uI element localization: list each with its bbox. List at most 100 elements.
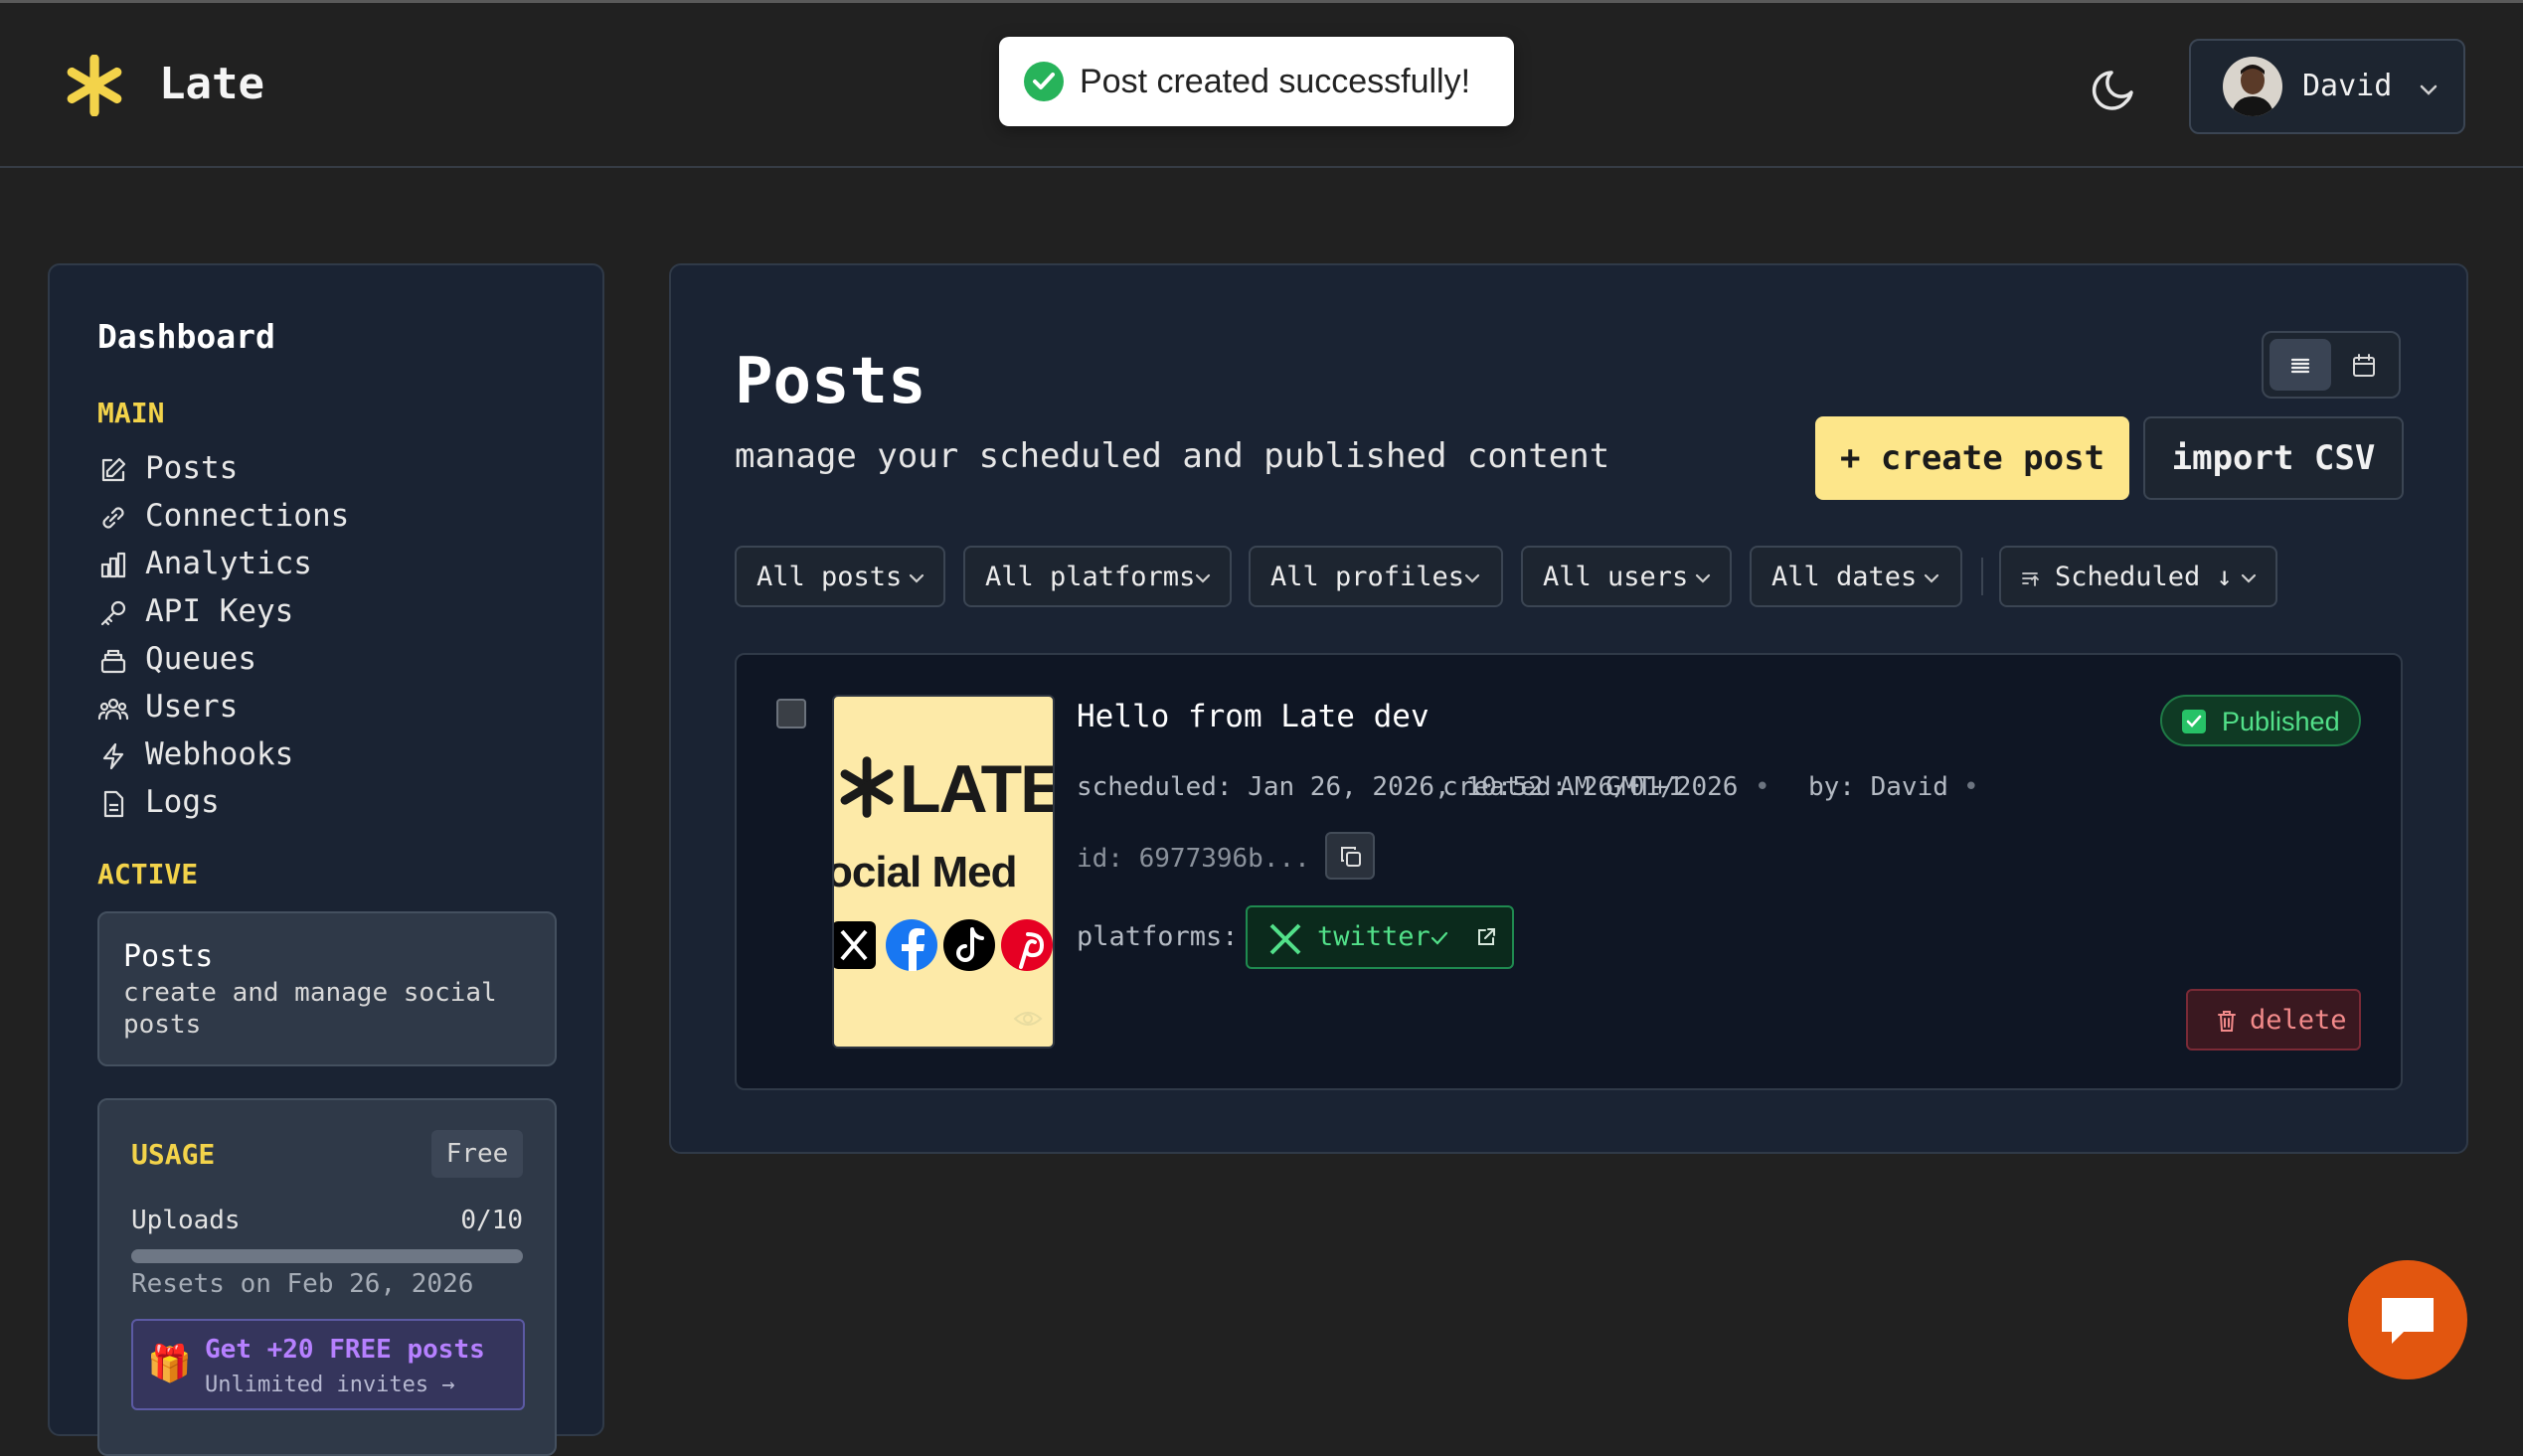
sidebar-item-label: Webhooks — [145, 736, 294, 772]
app-name[interactable]: Late — [159, 59, 264, 109]
chevron-down-icon — [1195, 573, 1211, 583]
chevron-down-icon — [909, 573, 925, 583]
social-platforms-icons — [834, 919, 1053, 971]
plan-badge: Free — [431, 1130, 523, 1178]
filter-label: All platforms — [985, 562, 1196, 592]
list-icon — [2290, 358, 2310, 374]
sidebar: Dashboard MAIN Posts Connections Analyti… — [48, 263, 604, 1456]
user-name: David — [2302, 69, 2393, 103]
sidebar-item-posts[interactable]: Posts — [97, 448, 555, 492]
users-icon — [97, 698, 129, 721]
copy-id-button[interactable] — [1325, 832, 1375, 880]
post-select-checkbox[interactable] — [776, 699, 806, 728]
page-title: Posts — [735, 345, 926, 418]
moon-icon[interactable] — [2088, 63, 2143, 118]
uploads-count: 0/10 — [460, 1206, 523, 1235]
check-circle-icon — [1024, 62, 1064, 101]
chevron-down-icon — [1695, 573, 1711, 583]
invite-title: Get +20 FREE posts — [205, 1335, 485, 1365]
meta-separator: • — [1755, 772, 1770, 802]
invite-subtitle: Unlimited invites → — [205, 1373, 455, 1397]
post-created-date: created: 26/01/2026 — [1442, 772, 1739, 802]
link-icon — [102, 507, 124, 529]
sort-label: Scheduled ↓ — [2055, 562, 2233, 592]
usage-reset-date: Resets on Feb 26, 2026 — [131, 1269, 474, 1299]
sidebar-item-label: Queues — [145, 641, 256, 677]
x-logo-icon — [1269, 923, 1301, 955]
filter-users-dropdown[interactable]: All users — [1521, 546, 1732, 607]
post-id: id: 6977396b... — [1077, 844, 1310, 874]
section-label-active: ACTIVE — [97, 858, 199, 890]
sidebar-item-label: Posts — [145, 450, 239, 486]
eye-icon[interactable] — [1013, 1007, 1043, 1031]
create-post-button[interactable]: + create post — [1815, 416, 2129, 500]
file-icon — [103, 790, 124, 818]
post-author: by: David — [1808, 772, 1948, 802]
trash-icon — [2218, 1011, 2236, 1032]
sort-dropdown[interactable]: Scheduled ↓ — [1999, 546, 2277, 607]
import-csv-button[interactable]: import CSV — [2143, 416, 2404, 500]
delete-label: delete — [2250, 1005, 2347, 1036]
asterisk-logo-icon[interactable] — [64, 55, 125, 116]
platform-chip-twitter[interactable]: twitter — [1246, 905, 1514, 969]
sidebar-item-label: API Keys — [145, 593, 294, 629]
sidebar-item-label: Users — [145, 689, 239, 725]
delete-post-button[interactable]: delete — [2186, 989, 2361, 1051]
sort-icon — [2022, 572, 2039, 586]
filter-label: All profiles — [1270, 562, 1465, 592]
status-label: Published — [2222, 707, 2340, 736]
external-link-icon[interactable] — [1474, 925, 1498, 949]
sidebar-item-label: Analytics — [145, 546, 312, 581]
chevron-down-icon — [1464, 573, 1480, 583]
posts-panel: Posts manage your scheduled and publishe… — [669, 263, 2468, 1154]
thumbnail-brand: LATE — [834, 750, 1055, 828]
filter-label: All users — [1543, 562, 1689, 592]
gift-icon: 🎁 — [147, 1344, 192, 1384]
sidebar-item-api-keys[interactable]: API Keys — [97, 591, 555, 635]
thumbnail-brand-text: LATE — [900, 751, 1055, 827]
asterisk-thumbnail-icon — [840, 756, 894, 818]
post-thumbnail[interactable]: LATE ocial Med — [832, 695, 1055, 1049]
active-section-card: Posts create and manage social posts — [97, 911, 557, 1066]
check-icon — [1430, 931, 1448, 945]
user-menu-button[interactable]: David — [2189, 39, 2465, 134]
webhook-icon — [102, 742, 124, 770]
sidebar-item-analytics[interactable]: Analytics — [97, 544, 555, 587]
sidebar-item-webhooks[interactable]: Webhooks — [97, 734, 555, 778]
uploads-label: Uploads — [131, 1206, 241, 1235]
filter-dates-dropdown[interactable]: All dates — [1750, 546, 1962, 607]
post-title[interactable]: Hello from Late dev — [1077, 699, 1430, 734]
section-label-main: MAIN — [97, 397, 165, 429]
sidebar-item-connections[interactable]: Connections — [97, 496, 555, 540]
queue-icon — [100, 649, 126, 674]
edit-icon — [101, 457, 126, 482]
avatar — [2223, 57, 2282, 116]
platform-name: twitter — [1317, 921, 1430, 952]
usage-card: USAGE Free Uploads 0/10 Resets on Feb 26… — [97, 1098, 557, 1456]
filter-platforms-dropdown[interactable]: All platforms — [963, 546, 1232, 607]
active-title: Posts — [123, 939, 214, 974]
platforms-label: platforms: — [1077, 921, 1239, 952]
sidebar-item-queues[interactable]: Queues — [97, 639, 555, 683]
usage-title: USAGE — [131, 1138, 216, 1171]
chat-support-button[interactable] — [2348, 1260, 2467, 1379]
active-description: create and manage social posts — [123, 978, 497, 1040]
filter-label: All posts — [757, 562, 903, 592]
filter-label: All dates — [1771, 562, 1918, 592]
list-view-button[interactable] — [2270, 339, 2331, 391]
invite-promo-link[interactable]: 🎁 Get +20 FREE posts Unlimited invites → — [131, 1319, 525, 1410]
sidebar-item-logs[interactable]: Logs — [97, 782, 555, 826]
thumbnail-caption: ocial Med — [832, 848, 1017, 896]
filter-posts-dropdown[interactable]: All posts — [735, 546, 945, 607]
page-subtitle: manage your scheduled and published cont… — [735, 436, 1610, 476]
toast-message: Post created successfully! — [1080, 63, 1471, 100]
status-badge: Published — [2160, 695, 2361, 746]
sidebar-item-users[interactable]: Users — [97, 687, 555, 730]
key-icon — [100, 600, 126, 626]
chevron-down-icon — [2420, 84, 2438, 95]
calendar-view-button[interactable] — [2333, 339, 2395, 391]
filter-divider — [1981, 558, 1983, 595]
uploads-progress-bar — [131, 1249, 523, 1263]
filter-profiles-dropdown[interactable]: All profiles — [1249, 546, 1503, 607]
success-toast: Post created successfully! — [999, 37, 1514, 126]
